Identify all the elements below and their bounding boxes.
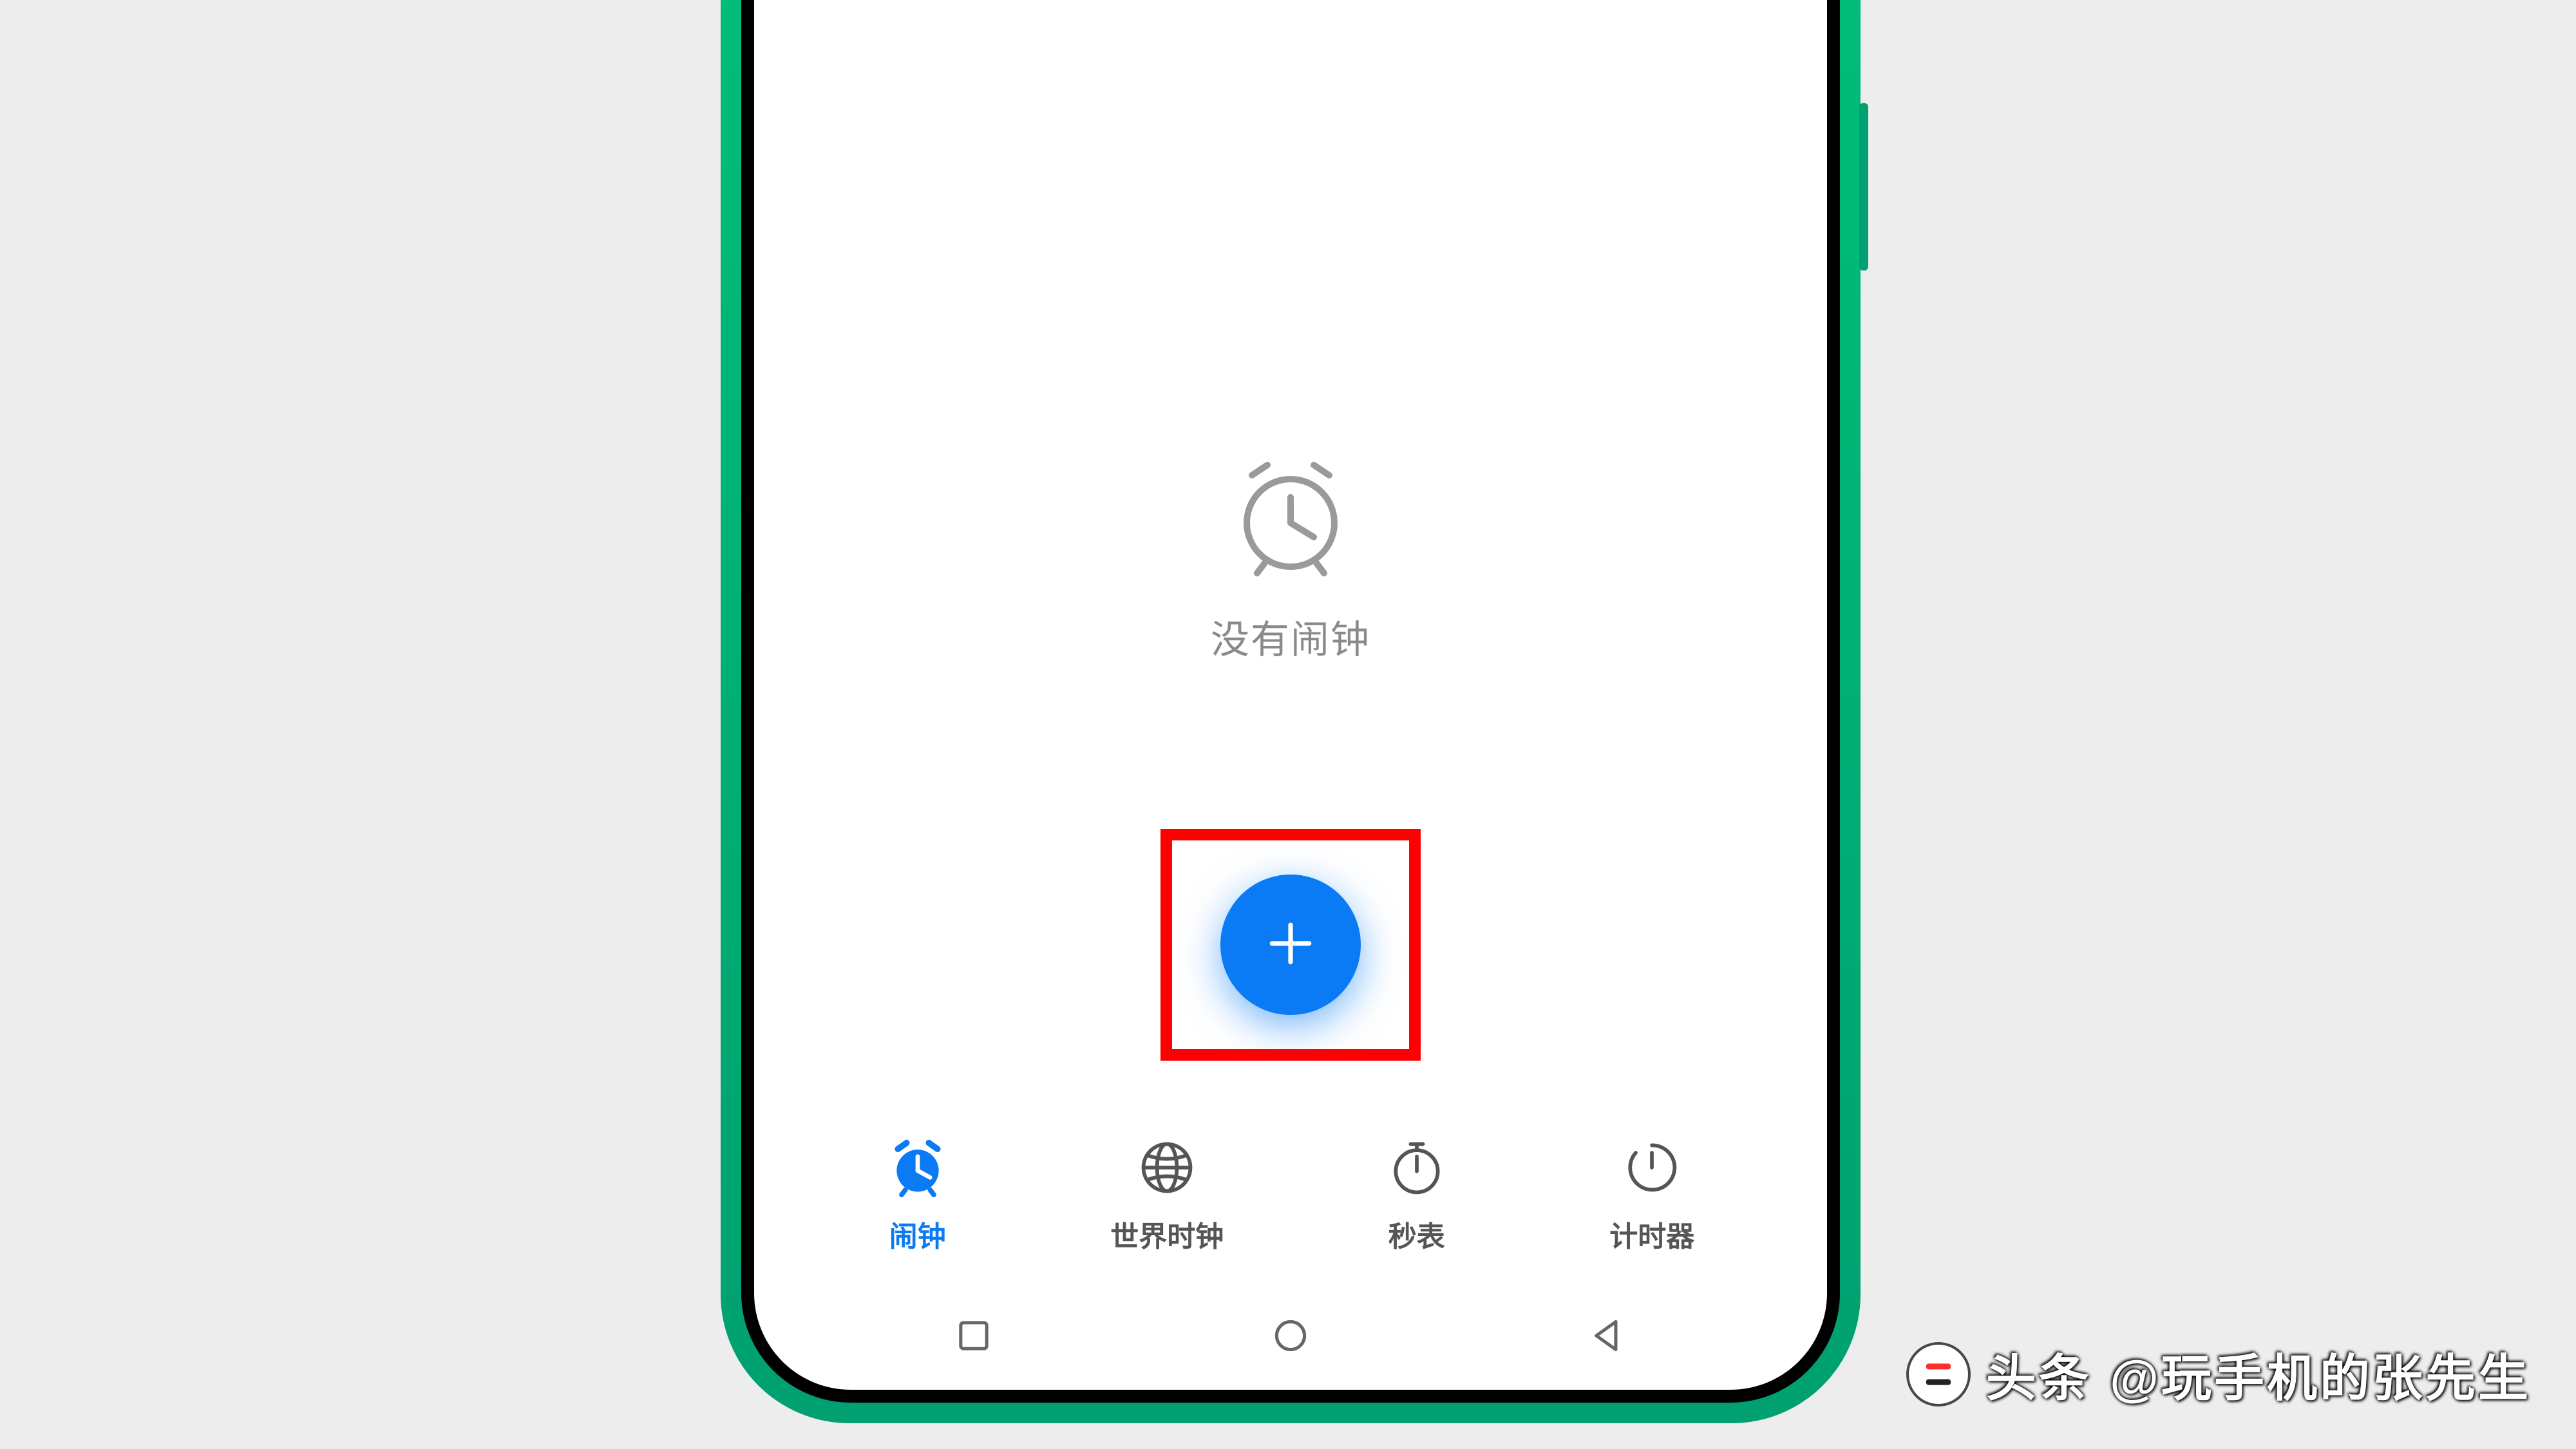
tab-timer-label: 计时器	[1609, 1213, 1694, 1255]
stopwatch-icon	[1386, 1137, 1448, 1202]
triangle-left-icon	[1584, 1312, 1631, 1362]
bottom-tab-bar: 闹钟 世界时钟	[754, 1137, 1827, 1255]
toutiao-logo-icon	[1909, 1345, 1968, 1404]
empty-state: 没有闹钟	[1211, 452, 1370, 665]
phone-side-button	[1859, 103, 1868, 270]
watermark-handle: @玩手机的张先生	[2110, 1338, 2531, 1410]
nav-home-button[interactable]	[1267, 1314, 1314, 1360]
alarm-clock-outline-icon	[1226, 573, 1355, 583]
watermark-source: 头条	[1986, 1338, 2092, 1410]
phone-screen: 4 5 6 7 8	[754, 0, 1827, 1390]
alarm-clock-icon	[887, 1137, 949, 1202]
empty-state-text: 没有闹钟	[1211, 609, 1370, 665]
phone-bezel: 4 5 6 7 8	[741, 0, 1840, 1403]
tab-world-clock[interactable]: 世界时钟	[1110, 1137, 1224, 1255]
timer-icon	[1621, 1137, 1683, 1202]
circle-icon	[1267, 1312, 1314, 1362]
add-alarm-button[interactable]	[1220, 875, 1361, 1015]
nav-recents-button[interactable]	[951, 1314, 997, 1360]
tab-world-clock-label: 世界时钟	[1110, 1213, 1224, 1255]
add-alarm-region	[1220, 875, 1361, 1015]
tab-stopwatch-label: 秒表	[1388, 1213, 1445, 1255]
tab-stopwatch[interactable]: 秒表	[1386, 1137, 1448, 1255]
tab-alarm[interactable]: 闹钟	[887, 1137, 949, 1255]
tab-alarm-label: 闹钟	[889, 1213, 946, 1255]
plus-icon	[1262, 914, 1320, 976]
tab-timer[interactable]: 计时器	[1609, 1137, 1694, 1255]
square-icon	[951, 1312, 997, 1362]
watermark: 头条 @玩手机的张先生	[1909, 1338, 2531, 1410]
phone-frame: 4 5 6 7 8	[721, 0, 1861, 1423]
android-nav-bar	[754, 1314, 1827, 1360]
nav-back-button[interactable]	[1584, 1314, 1631, 1360]
globe-icon	[1136, 1137, 1198, 1202]
